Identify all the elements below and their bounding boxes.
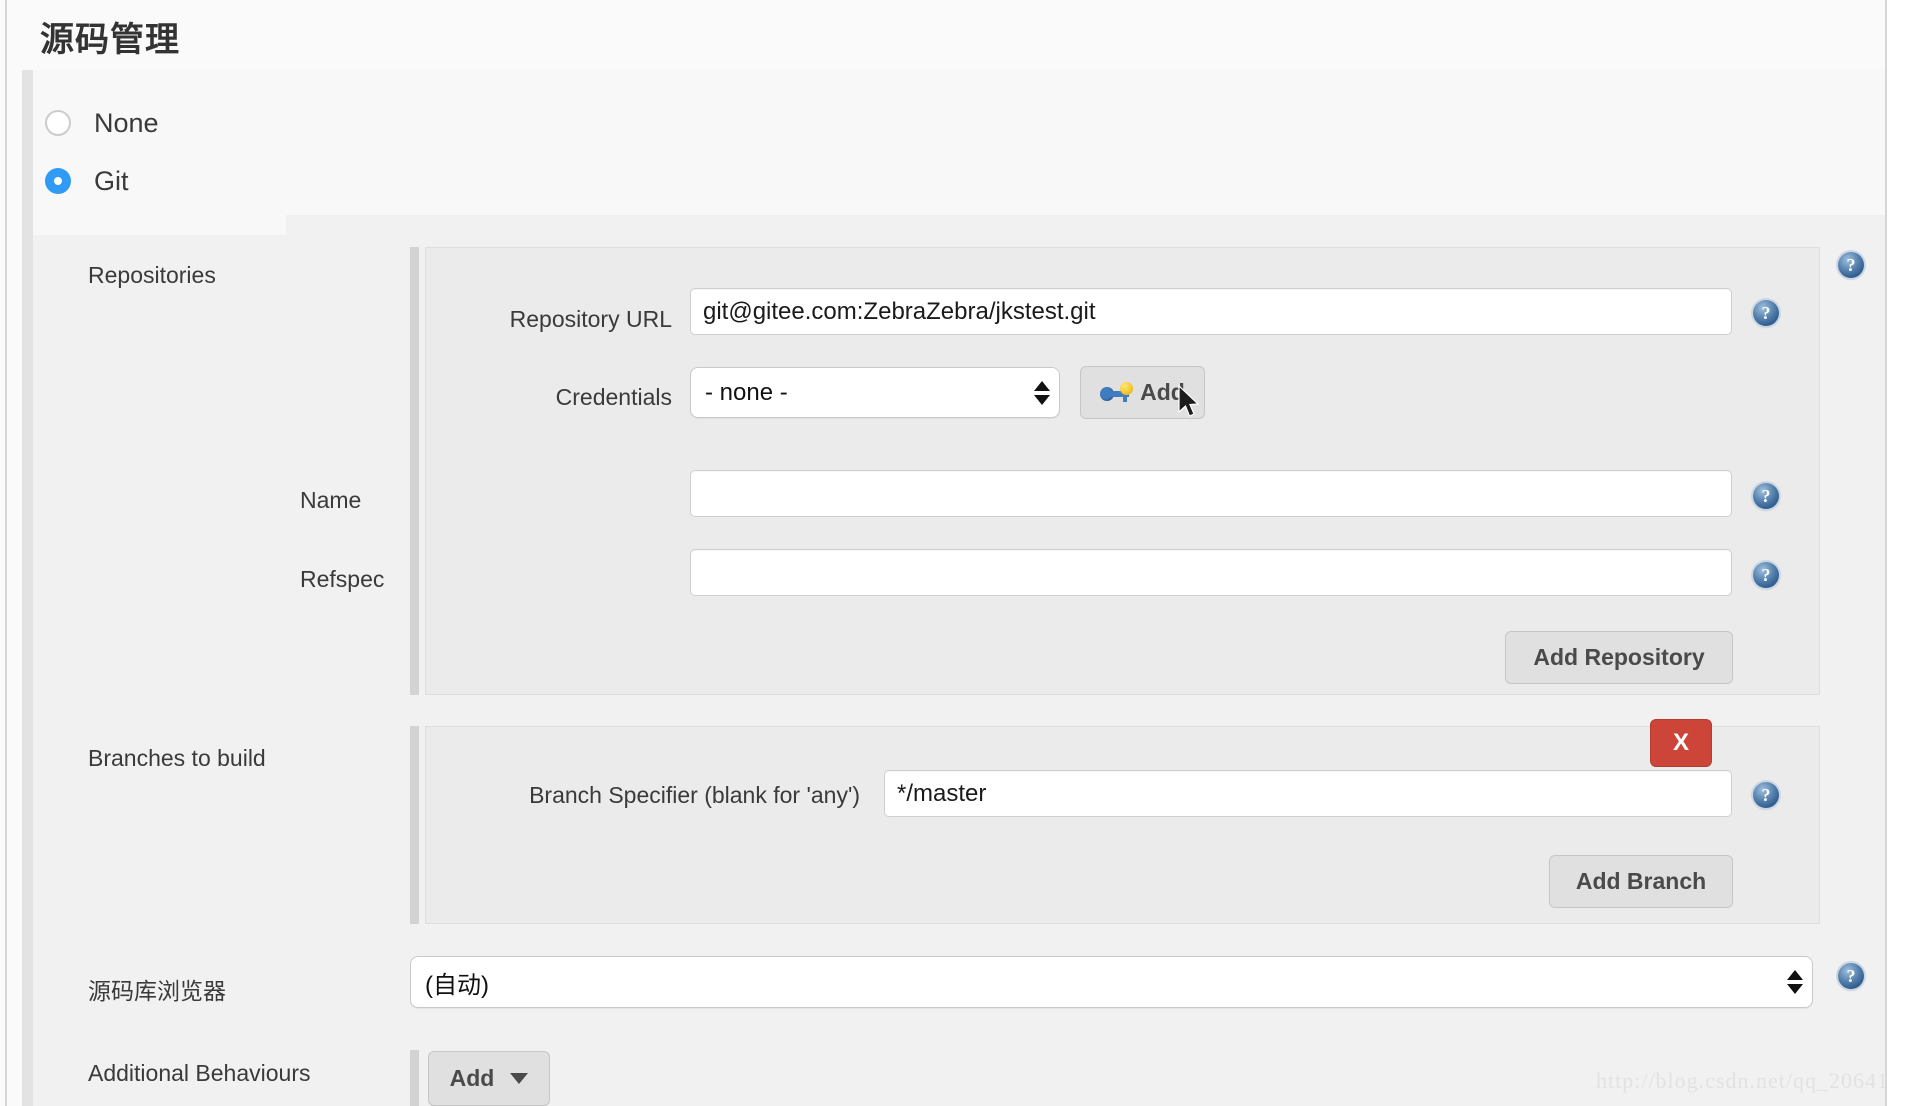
section-label-repository-browser: 源码库浏览器	[88, 978, 226, 1004]
repository-browser-select[interactable]: (自动)	[410, 956, 1813, 1008]
field-label-branch-specifier: Branch Specifier (blank for 'any')	[529, 782, 860, 808]
scm-config-page: 源码管理 None Git Repositories Repository UR…	[0, 0, 1916, 1106]
add-behaviour-button[interactable]: Add	[428, 1051, 550, 1106]
scm-radio-zone	[33, 70, 1885, 215]
page-title: 源码管理	[40, 21, 180, 59]
key-icon	[1100, 381, 1134, 404]
chevron-updown-icon-browser	[1778, 970, 1812, 994]
section-label-repositories: Repositories	[88, 262, 216, 288]
help-icon-refspec[interactable]: ?	[1753, 562, 1779, 588]
add-repository-button-label: Add Repository	[1533, 644, 1705, 670]
field-label-refspec: Refspec	[300, 566, 385, 592]
field-label-repository-url: Repository URL	[509, 306, 672, 332]
additional-behaviours-rail	[410, 1050, 419, 1106]
add-credentials-button-label: Add	[1140, 379, 1185, 405]
radio-icon-git[interactable]	[45, 168, 71, 194]
branches-panel-rail	[410, 726, 419, 924]
credentials-select-value: - none -	[705, 378, 788, 406]
chevron-updown-icon	[1025, 380, 1059, 405]
repository-url-input[interactable]	[690, 288, 1732, 335]
watermark: http://blog.csdn.net/qq_20641565	[1596, 1068, 1916, 1093]
add-behaviour-button-label: Add	[449, 1065, 495, 1091]
radio-label-none: None	[94, 107, 159, 138]
refspec-input[interactable]	[690, 549, 1732, 596]
section-label-additional-behaviours: Additional Behaviours	[88, 1060, 311, 1086]
help-icon-repository-url[interactable]: ?	[1753, 300, 1779, 326]
branch-specifier-input[interactable]	[884, 770, 1732, 817]
radio-label-git: Git	[94, 165, 129, 196]
delete-branch-button-label: X	[1672, 729, 1689, 756]
chevron-down-icon	[510, 1073, 529, 1084]
help-icon-name[interactable]: ?	[1753, 483, 1779, 509]
credentials-select[interactable]: - none -	[690, 367, 1060, 418]
page-left-border	[5, 0, 7, 1106]
delete-branch-button[interactable]: X	[1650, 719, 1712, 767]
section-label-branches: Branches to build	[88, 745, 266, 771]
add-branch-button-label: Add Branch	[1575, 868, 1707, 894]
git-tab-notch	[33, 215, 286, 235]
help-icon-branch-specifier[interactable]: ?	[1753, 782, 1779, 808]
help-icon-repository-browser[interactable]: ?	[1838, 963, 1864, 989]
add-credentials-button[interactable]: Add	[1080, 366, 1205, 419]
radio-icon-none[interactable]	[45, 110, 71, 136]
help-icon-repositories[interactable]: ?	[1838, 252, 1864, 278]
repository-browser-select-value: (自动)	[425, 971, 489, 999]
page-right-gutter	[1887, 0, 1916, 1106]
field-label-credentials: Credentials	[555, 384, 672, 410]
radio-option-git[interactable]: Git	[45, 164, 129, 198]
repository-name-input[interactable]	[690, 470, 1732, 517]
add-repository-button[interactable]: Add Repository	[1505, 631, 1733, 684]
section-rail	[22, 70, 33, 1106]
field-label-name: Name	[300, 487, 362, 513]
radio-option-none[interactable]: None	[45, 106, 159, 140]
add-branch-button[interactable]: Add Branch	[1549, 855, 1733, 908]
